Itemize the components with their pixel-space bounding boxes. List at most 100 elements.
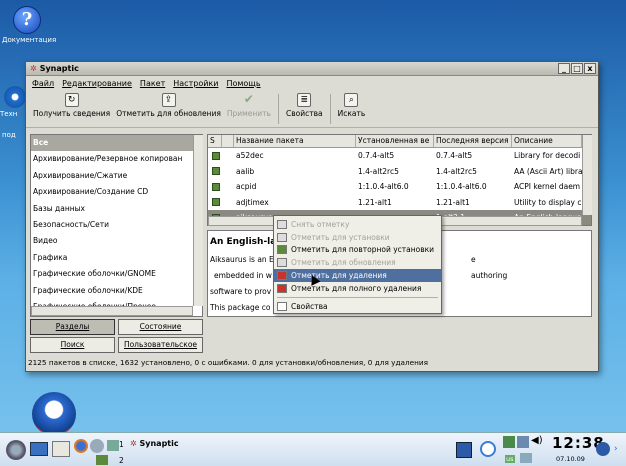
user-menu-icon[interactable] xyxy=(596,442,610,456)
reload-button[interactable]: ↻ Получить сведения xyxy=(30,92,113,119)
help-tray-icon[interactable] xyxy=(480,441,496,457)
package-scrollbar[interactable] xyxy=(582,135,592,215)
edit-icon[interactable] xyxy=(52,441,70,457)
menu-help[interactable]: Помощь xyxy=(226,79,260,88)
installed-status-icon[interactable] xyxy=(212,198,220,207)
status-button[interactable]: Состояние xyxy=(118,319,203,335)
desktop-icon-help[interactable]: ? Документация xyxy=(2,6,57,44)
package-table: S Название пакета Установленная ве После… xyxy=(207,134,592,226)
description-text: This package co xyxy=(210,303,271,312)
save-icon[interactable] xyxy=(456,442,472,458)
network-icon[interactable] xyxy=(503,436,515,448)
installed-status-icon[interactable] xyxy=(212,182,220,191)
properties-button[interactable]: ≣ Свойства xyxy=(283,92,326,119)
apply-button[interactable]: ✔ Применить xyxy=(224,92,274,119)
app-icon[interactable] xyxy=(90,439,104,453)
window-titlebar[interactable]: ✲ Synaptic _ □ x xyxy=(26,62,598,76)
category-item[interactable]: Все xyxy=(31,135,202,152)
mark-updates-icon: ⇪ xyxy=(161,93,176,107)
installed-status-icon[interactable] xyxy=(212,151,220,160)
update-icon[interactable] xyxy=(520,453,532,463)
minimize-button[interactable]: _ xyxy=(558,63,570,74)
upgrade-icon xyxy=(277,258,287,268)
category-scrollbar[interactable] xyxy=(193,135,203,306)
menu-item-purge[interactable]: Отметить для полного удаления xyxy=(274,282,441,295)
description-text: authoring xyxy=(471,271,508,280)
show-desktop-icon[interactable] xyxy=(30,442,48,456)
taskbar-task-synaptic[interactable]: ✲ Synaptic xyxy=(130,439,179,448)
category-item[interactable]: Графические оболочки/GNOME xyxy=(31,266,202,282)
category-item[interactable]: Графические оболочки/KDE xyxy=(31,283,202,299)
category-item[interactable]: Графика xyxy=(31,250,202,266)
category-item[interactable]: Базы данных xyxy=(31,201,202,217)
category-item[interactable]: Архивирование/Создание CD xyxy=(31,184,202,200)
column-header-installed[interactable]: Установленная ве xyxy=(356,135,434,147)
menu-edit[interactable]: Редактирование xyxy=(62,79,132,88)
custom-filter-button[interactable]: Пользовательское xyxy=(118,337,203,353)
category-hscrollbar[interactable] xyxy=(31,306,193,316)
table-row[interactable]: adjtimex 1.21-alt1 1.21-alt1 Utility to … xyxy=(208,195,591,211)
statusbar: 2125 пакетов в списке, 1632 установлено,… xyxy=(28,358,429,367)
menu-file[interactable]: Файл xyxy=(32,79,54,88)
search-results-button[interactable]: Поиск xyxy=(30,337,115,353)
description-text: embedded in w xyxy=(214,271,272,280)
help-icon: ? xyxy=(13,6,41,34)
purge-icon xyxy=(277,283,287,293)
checkmark-icon: ✔ xyxy=(243,92,254,106)
column-header-description[interactable]: Описание xyxy=(512,135,582,147)
column-header-status[interactable]: S xyxy=(208,135,222,147)
menu-item-reinstall[interactable]: Отметить для повторной установки xyxy=(274,244,441,257)
column-header-latest[interactable]: Последняя версия xyxy=(434,135,512,147)
synaptic-logo-icon: ✲ xyxy=(30,64,37,73)
properties-icon xyxy=(277,301,287,311)
search-button[interactable]: ⌕ Искать xyxy=(335,92,369,119)
table-row[interactable]: acpid 1:1.0.4-alt6.0 1:1.0.4-alt6.0 ACPI… xyxy=(208,179,591,195)
menu-item-install[interactable]: Отметить для установки xyxy=(274,231,441,244)
menu-item-unmark[interactable]: Снять отметку xyxy=(274,218,441,231)
workspace-1[interactable] xyxy=(107,440,119,451)
properties-icon: ≣ xyxy=(297,93,312,107)
mark-updates-button[interactable]: ⇪ Отметить для обновления xyxy=(113,92,224,119)
category-item[interactable]: Видео xyxy=(31,233,202,249)
remove-icon xyxy=(277,271,287,281)
menu-item-properties[interactable]: Свойства xyxy=(274,300,441,313)
reload-icon: ↻ xyxy=(64,93,79,107)
toolbar: ↻ Получить сведения ⇪ Отметить для обновле… xyxy=(26,90,598,128)
menu-item-upgrade[interactable]: Отметить для обновления xyxy=(274,256,441,269)
table-row[interactable]: aalib 1.4-alt2rc5 1.4-alt2rc5 AA (Ascii … xyxy=(208,164,591,180)
maximize-button[interactable]: □ xyxy=(571,63,583,74)
terminal-icon[interactable] xyxy=(96,455,108,465)
volume-icon[interactable]: ◀) xyxy=(531,435,543,446)
context-menu: Снять отметку Отметить для установки Отм… xyxy=(273,215,442,314)
close-button[interactable]: x xyxy=(584,63,596,74)
description-title: An English-la xyxy=(210,237,277,247)
start-menu-icon[interactable] xyxy=(6,440,26,460)
disc-icon xyxy=(4,86,26,108)
workspace-2-label: 2 xyxy=(119,456,124,465)
firefox-icon[interactable] xyxy=(74,439,88,453)
description-text: Aiksaurus is an E xyxy=(210,255,274,264)
menu-settings[interactable]: Настройки xyxy=(173,79,218,88)
description-text: software to prov xyxy=(210,287,272,296)
expand-arrow-icon[interactable]: › xyxy=(614,444,618,454)
reinstall-icon xyxy=(277,245,287,255)
category-item[interactable]: Безопасность/Сети xyxy=(31,217,202,233)
desktop-icon-label: Техн xyxy=(0,110,18,118)
toolbar-separator xyxy=(277,94,279,124)
table-row[interactable]: a52dec 0.7.4-alt5 0.7.4-alt5 Library for… xyxy=(208,148,591,164)
desktop-icon-partial[interactable]: Техн xyxy=(0,86,26,118)
window-title: Synaptic xyxy=(39,64,79,73)
installed-status-icon[interactable] xyxy=(212,167,220,176)
category-item[interactable]: Архивирование/Сжатие xyxy=(31,168,202,184)
column-header-support[interactable] xyxy=(222,135,234,147)
sections-button[interactable]: Разделы xyxy=(30,319,115,335)
display-icon[interactable] xyxy=(517,436,529,448)
workspace-1-label: 1 xyxy=(119,440,124,449)
category-item[interactable]: Архивирование/Резервное копирован xyxy=(31,151,202,167)
desktop-icon-label: Документация xyxy=(2,36,57,44)
keyboard-layout[interactable]: us xyxy=(505,455,515,463)
menu-item-remove[interactable]: Отметить для удаления xyxy=(274,269,441,282)
menu-package[interactable]: Пакет xyxy=(140,79,165,88)
date: 07.10.09 xyxy=(556,455,585,463)
column-header-name[interactable]: Название пакета xyxy=(234,135,356,147)
